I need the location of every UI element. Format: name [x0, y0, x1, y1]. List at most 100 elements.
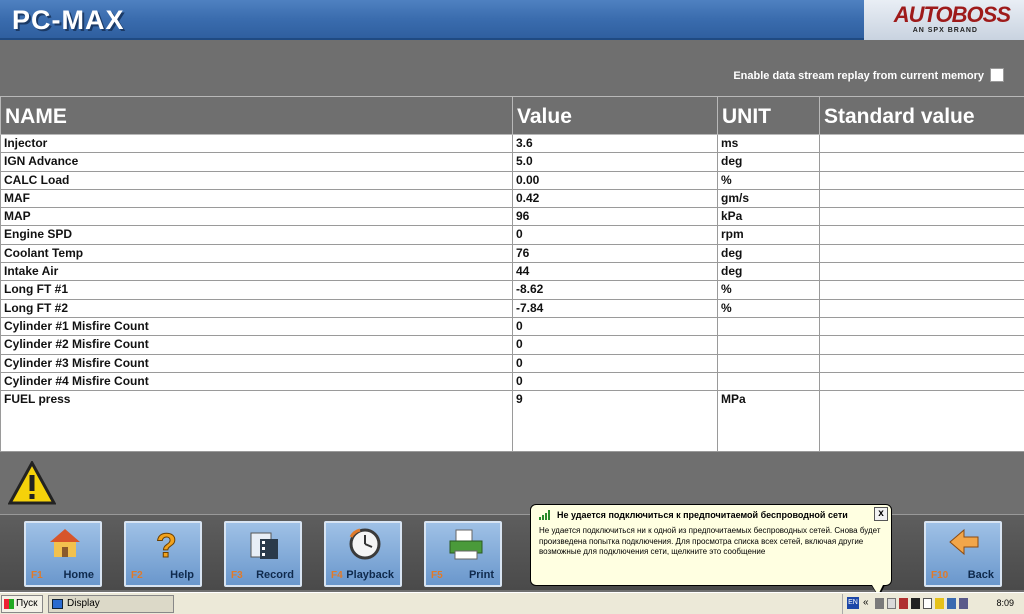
param-value-cell: 0.00: [512, 170, 718, 190]
button-label: Help: [170, 569, 194, 581]
param-value-cell: -7.84: [512, 298, 718, 318]
button-label: Playback: [346, 569, 394, 581]
app-title-bar: PC-MAX AUTOBOSS AN SPX BRAND: [0, 0, 1024, 40]
param-unit-cell: kPa: [717, 207, 820, 227]
col-header-name: NAME: [0, 96, 513, 135]
table-row[interactable]: Injector 3.6 ms: [0, 133, 1024, 154]
language-indicator[interactable]: EN: [847, 597, 859, 609]
table-row[interactable]: Cylinder #1 Misfire Count 0: [0, 316, 1024, 337]
param-value-cell: 9: [512, 390, 718, 453]
param-name-cell: Intake Air: [0, 262, 513, 282]
playback-icon: [349, 528, 381, 560]
param-standard-cell: [819, 152, 1024, 172]
taskbar-app-display[interactable]: Display: [48, 595, 174, 613]
replay-label: Enable data stream replay from current m…: [733, 70, 984, 82]
tray-app-icon[interactable]: [887, 598, 896, 609]
param-name-cell: Cylinder #2 Misfire Count: [0, 335, 513, 355]
table-row[interactable]: Long FT #1 -8.62%: [0, 280, 1024, 300]
param-unit-cell: [717, 316, 820, 337]
notification-close-button[interactable]: x: [874, 507, 888, 521]
brand-name: AUTOBOSS: [893, 2, 1011, 27]
back-button[interactable]: F10 Back: [924, 521, 1002, 587]
display-icon[interactable]: [911, 598, 920, 609]
param-name-cell: Long FT #1: [0, 280, 513, 300]
fkey-label: F4: [331, 570, 343, 581]
home-icon: [50, 529, 80, 557]
param-unit-cell: deg: [717, 152, 820, 172]
param-standard-cell: [819, 262, 1024, 282]
param-name-cell: IGN Advance: [0, 152, 513, 172]
param-unit-cell: [717, 335, 820, 355]
param-name-cell: FUEL press: [0, 390, 513, 453]
button-label: Back: [967, 569, 994, 581]
table-row[interactable]: IGN Advance 5.0 deg: [0, 152, 1024, 172]
param-unit-cell: [717, 353, 820, 373]
monitor-icon[interactable]: [947, 598, 956, 609]
back-icon: [949, 528, 979, 556]
param-unit-cell: gm/s: [717, 188, 820, 209]
record-button[interactable]: F3 Record: [224, 521, 302, 587]
table-row[interactable]: Cylinder #4 Misfire Count 0: [0, 371, 1024, 392]
param-value-cell: 0: [512, 353, 718, 373]
system-tray: EN « 8:09: [842, 594, 1024, 614]
app-title: PC-MAX: [12, 5, 125, 35]
print-button[interactable]: F5 Print: [424, 521, 502, 587]
table-row[interactable]: FUEL press 9 MPa: [0, 390, 1024, 453]
col-header-unit: UNIT: [717, 96, 820, 135]
options-strip: Enable data stream replay from current m…: [0, 42, 1024, 96]
table-row[interactable]: Cylinder #2 Misfire Count 0: [0, 335, 1024, 355]
playback-button[interactable]: F4 Playback: [324, 521, 402, 587]
brand-logo: AUTOBOSS AN SPX BRAND: [864, 0, 1024, 40]
param-standard-cell: [819, 207, 1024, 227]
start-button[interactable]: Пуск: [1, 595, 43, 613]
security-icon[interactable]: [899, 598, 908, 609]
table-header-row: NAME Value UNIT Standard value: [0, 96, 1024, 135]
help-button[interactable]: ? F2 Help: [124, 521, 202, 587]
param-name-cell: Coolant Temp: [0, 243, 513, 264]
clock: 8:09: [996, 598, 1014, 608]
table-row[interactable]: Long FT #2 -7.84%: [0, 298, 1024, 318]
replay-checkbox[interactable]: [990, 68, 1004, 82]
app-window-icon: [52, 599, 63, 609]
param-name-cell: Long FT #2: [0, 298, 513, 318]
fkey-label: F1: [31, 570, 43, 581]
print-icon: [449, 529, 483, 560]
table-row[interactable]: Coolant Temp 76 deg: [0, 243, 1024, 264]
home-button[interactable]: F1 Home: [24, 521, 102, 587]
network-icon[interactable]: [875, 598, 884, 609]
table-row[interactable]: MAF 0.42 gm/s: [0, 188, 1024, 209]
table-row[interactable]: MAP 96 kPa: [0, 207, 1024, 227]
param-name-cell: MAF: [0, 188, 513, 209]
table-row[interactable]: Engine SPD 0 rpm: [0, 225, 1024, 245]
param-value-cell: 0: [512, 335, 718, 355]
notification-body[interactable]: Не удается подключиться ни к одной из пр…: [539, 526, 883, 558]
battery-icon[interactable]: [923, 598, 932, 609]
help-icon: ?: [156, 527, 178, 561]
warning-icon: [8, 461, 56, 505]
fkey-label: F3: [231, 570, 243, 581]
notification-title: Не удается подключиться к предпочитаемой…: [557, 510, 848, 520]
table-row[interactable]: CALC Load 0.00%: [0, 170, 1024, 190]
param-value-cell: 76: [512, 243, 718, 264]
param-unit-cell: %: [717, 280, 820, 300]
brand-tagline: AN SPX BRAND: [912, 27, 978, 34]
param-value-cell: -8.62: [512, 280, 718, 300]
param-standard-cell: [819, 316, 1024, 337]
windows-logo-icon: [4, 599, 14, 609]
button-label: Home: [63, 569, 94, 581]
record-icon: [250, 532, 278, 559]
param-standard-cell: [819, 133, 1024, 154]
wireless-notification[interactable]: Не удается подключиться к предпочитаемой…: [530, 504, 892, 597]
col-header-standard: Standard value: [819, 96, 1024, 135]
table-row[interactable]: Cylinder #3 Misfire Count 0: [0, 353, 1024, 373]
param-value-cell: 96: [512, 207, 718, 227]
param-name-cell: Cylinder #3 Misfire Count: [0, 353, 513, 373]
key-icon[interactable]: [935, 598, 944, 609]
param-unit-cell: %: [717, 298, 820, 318]
param-standard-cell: [819, 170, 1024, 190]
tray-expand-icon[interactable]: «: [863, 597, 869, 608]
volume-icon[interactable]: [959, 598, 968, 609]
col-header-value: Value: [512, 96, 718, 135]
table-row[interactable]: Intake Air 44 deg: [0, 262, 1024, 282]
param-standard-cell: [819, 298, 1024, 318]
